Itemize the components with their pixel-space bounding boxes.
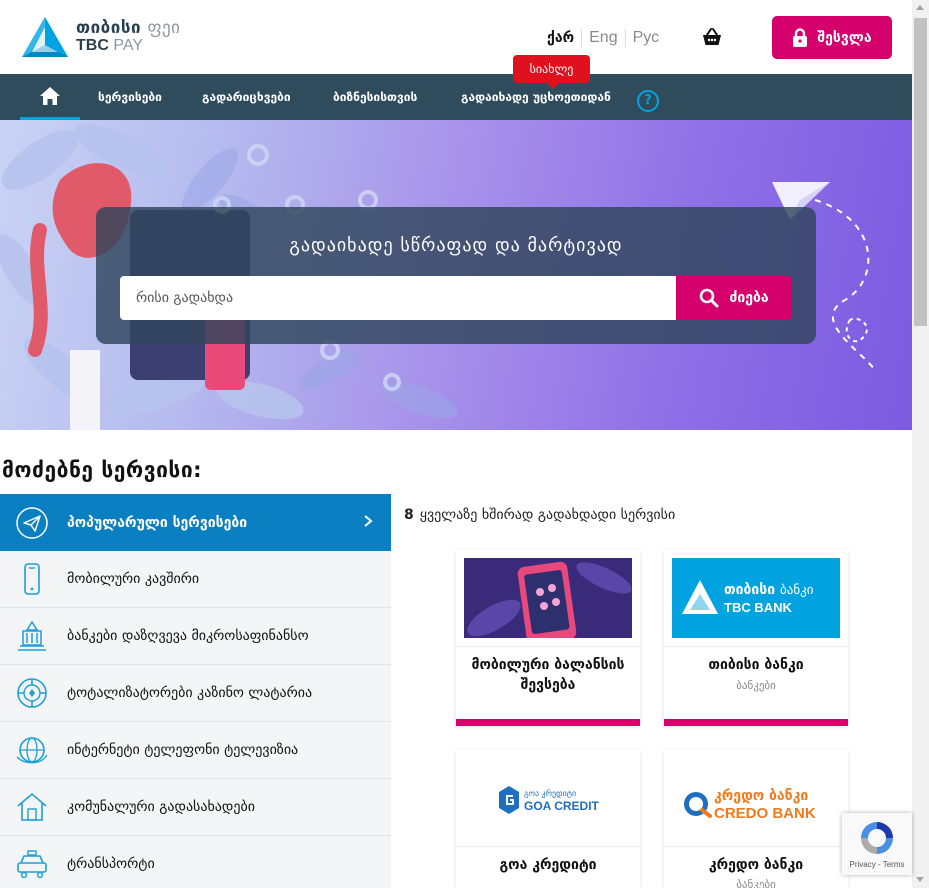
goa-logo-en: GOA CREDIT [524, 799, 599, 813]
popular-count-line: 8 ყველაზე ხშირად გადახდადი სერვისი [404, 507, 675, 523]
service-card-credo-bank[interactable]: კრედო ბანკი CREDO BANK კრედო ბანკი ბანკე… [664, 750, 848, 888]
nav-item-transfers[interactable]: გადარიცხვები [202, 74, 291, 120]
category-mobile[interactable]: მობილური კავშირი [0, 551, 391, 608]
taxi-car-icon [17, 850, 47, 879]
category-popular[interactable]: პოპულარული სერვისები [0, 494, 391, 551]
service-card-mobile-balance[interactable]: მობილური ბალანსის შევსება [456, 550, 640, 726]
service-card-goa-credit[interactable]: გოა კრედიტი GOA CREDIT გოა კრედიტი [456, 750, 640, 888]
service-categories: პოპულარული სერვისები მობილური კავშირი ბა… [0, 494, 391, 888]
chevron-right-icon [364, 515, 373, 527]
site-header: თიბისი ფეი TBC PAY ქარ Eng Рус შესვლა [0, 0, 912, 74]
search-button-label: ძიება [729, 290, 769, 306]
lang-ka[interactable]: ქარ [540, 29, 583, 47]
tbc-triangle-logo-icon [22, 17, 68, 57]
lock-icon [793, 27, 808, 47]
category-label: ტოტალიზატორები კაზინო ლატარია [67, 685, 313, 701]
nav-home[interactable] [20, 74, 80, 120]
credo-bank-logo: კრედო ბანკი CREDO BANK [672, 758, 840, 838]
logo-line1-sub: ფეი [147, 17, 181, 38]
bank-building-icon [18, 620, 46, 651]
login-button[interactable]: შესვლა [772, 16, 892, 59]
shopping-basket-icon[interactable] [701, 27, 723, 49]
category-label: ინტერნეტი ტელეფონი ტელევიზია [67, 742, 299, 758]
tbc-logo-en: TBC BANK [724, 600, 792, 615]
popular-count: 8 [404, 507, 414, 523]
category-casino[interactable]: ტოტალიზატორები კაზინო ლატარია [0, 665, 391, 722]
service-card-tbc-bank[interactable]: თიბისი ბანკი TBC BANK თიბისი ბანკი ბანკე… [664, 550, 848, 726]
service-search-input[interactable] [120, 276, 676, 320]
nav-item-services[interactable]: სერვისები [98, 74, 162, 120]
hero-banner: გადაიხადე სწრაფად და მარტივად ძიება [0, 120, 912, 430]
category-label: მობილური კავშირი [67, 571, 200, 587]
new-badge: სიახლე [513, 55, 590, 89]
lang-ru[interactable]: Рус [626, 29, 667, 47]
globe-icon [16, 737, 48, 764]
goa-credit-logo: გოა კრედიტი GOA CREDIT [464, 758, 632, 838]
tbc-logo-main: თიბისი [724, 582, 776, 598]
card-title: კრედო ბანკი [708, 857, 804, 873]
card-title: მობილური ბალანსის შევსება [471, 657, 625, 693]
category-label: ტრანსპორტი [67, 856, 155, 872]
recaptcha-terms[interactable]: Privacy - Terms [842, 860, 912, 869]
popular-count-text: ყველაზე ხშირად გადახდადი სერვისი [419, 507, 676, 523]
card-title: გოა კრედიტი [499, 857, 597, 873]
category-label: ბანკები დაზღვევა მიკროსაფინანსო [67, 628, 309, 644]
mobile-balance-image [464, 558, 632, 638]
scrollbar-thumb[interactable] [914, 18, 927, 326]
search-card: გადაიხადე სწრაფად და მარტივად ძიება [96, 207, 816, 344]
card-accent-bar [456, 719, 640, 726]
recaptcha-badge[interactable]: Privacy - Terms [842, 813, 912, 875]
logo-line1-main: თიბისი [76, 17, 142, 38]
tbc-bank-logo: თიბისი ბანკი TBC BANK [672, 558, 840, 638]
hero-title: გადაიხადე სწრაფად და მარტივად [289, 235, 623, 256]
search-icon [700, 288, 719, 308]
tbc-logo-sub: ბანკი [779, 583, 814, 598]
credo-logo-ka: კრედო ბანკი [714, 788, 809, 804]
card-title: თიბისი ბანკი [708, 657, 804, 673]
casino-chip-icon [17, 678, 47, 708]
credo-logo-en: CREDO BANK [714, 805, 816, 822]
card-accent-bar [664, 719, 848, 726]
mobile-phone-icon [24, 563, 40, 595]
card-subtitle: ბანკები [736, 679, 776, 692]
help-icon[interactable]: ? [637, 90, 659, 112]
tbc-pay-logo[interactable]: თიბისი ფეი TBC PAY [20, 15, 180, 59]
logo-line2-main: TBC [76, 36, 109, 54]
card-subtitle: ბანკები [736, 878, 776, 888]
category-transport[interactable]: ტრანსპორტი [0, 836, 391, 888]
scroll-down-arrow-icon[interactable] [916, 877, 924, 882]
language-switcher: ქარ Eng Рус [540, 29, 666, 47]
category-label: კომუნალური გადასახადები [67, 799, 255, 815]
category-banks[interactable]: ბანკები დაზღვევა მიკროსაფინანსო [0, 608, 391, 665]
house-icon [17, 792, 47, 821]
logo-line2-sub: PAY [113, 36, 143, 54]
main-nav: სერვისები გადარიცხვები ბიზნესისთვის გადა… [0, 74, 912, 120]
category-utilities[interactable]: კომუნალური გადასახადები [0, 779, 391, 836]
goa-logo-ka: გოა კრედიტი [524, 789, 577, 798]
scroll-up-arrow-icon[interactable] [916, 5, 924, 10]
paper-plane-icon [16, 506, 48, 539]
nav-item-business[interactable]: ბიზნესისთვის [333, 74, 417, 120]
lang-en[interactable]: Eng [582, 29, 626, 47]
category-label: პოპულარული სერვისები [67, 514, 248, 531]
search-button[interactable]: ძიება [676, 276, 792, 320]
category-internet[interactable]: ინტერნეტი ტელეფონი ტელევიზია [0, 722, 391, 779]
login-label: შესვლა [817, 29, 872, 46]
services-heading: მოძებნე სერვისი: [2, 458, 203, 482]
recaptcha-icon [861, 822, 893, 854]
home-icon [40, 86, 60, 105]
